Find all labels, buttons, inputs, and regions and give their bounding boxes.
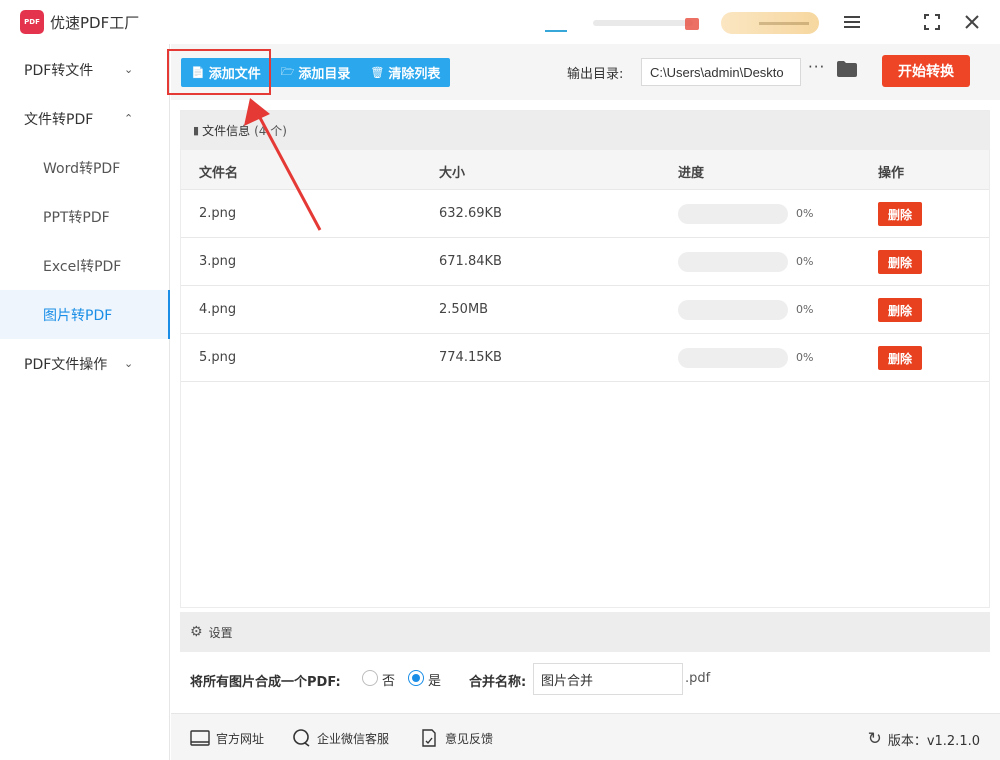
delete-button[interactable]: 删除 <box>878 298 922 322</box>
feedback-icon <box>419 729 439 747</box>
app-logo-icon: PDF <box>20 10 44 34</box>
file-name: 3.png <box>199 254 237 269</box>
folder-icon: 🗁 <box>280 65 295 78</box>
progress-percent: 0% <box>796 207 814 220</box>
sidebar: PDF转文件 ⌄ 文件转PDF ⌃ Word转PDF PPT转PDF Excel… <box>0 44 170 760</box>
sidebar-item-label: PDF转文件 <box>24 62 94 79</box>
vip-badge[interactable] <box>721 12 819 34</box>
open-folder-icon[interactable] <box>837 61 857 77</box>
column-size: 大小 <box>439 166 466 181</box>
clear-list-label: 清除列表 <box>388 67 441 82</box>
feedback-label: 意见反馈 <box>445 731 494 746</box>
pdf-suffix: .pdf <box>685 671 711 686</box>
progress-percent: 0% <box>796 303 814 316</box>
progress-bar <box>678 300 788 320</box>
footer: 官方网址 企业微信客服 意见反馈 ↻ 版本：v1.2.1.0 <box>171 713 1000 760</box>
merge-label: 将所有图片合成一个PDF: <box>190 675 341 690</box>
gear-icon: ⚙ <box>190 624 203 640</box>
app-title: 优速PDF工厂 <box>50 14 140 32</box>
sidebar-item-word-to-pdf[interactable]: Word转PDF <box>0 143 170 192</box>
refresh-icon[interactable]: ↻ <box>868 729 882 749</box>
column-filename: 文件名 <box>199 166 239 181</box>
sidebar-item-label: Excel转PDF <box>43 258 122 275</box>
sidebar-item-label: Word转PDF <box>43 160 121 177</box>
sidebar-item-file-to-pdf[interactable]: 文件转PDF ⌃ <box>0 94 170 143</box>
merge-no-radio[interactable] <box>362 670 378 686</box>
file-name: 2.png <box>199 206 237 221</box>
menu-icon[interactable] <box>840 10 864 34</box>
feedback-link[interactable]: 意见反馈 <box>419 729 493 747</box>
sidebar-item-image-to-pdf[interactable]: 图片转PDF <box>0 290 170 339</box>
sidebar-item-label: 文件转PDF <box>24 111 94 128</box>
delete-button[interactable]: 删除 <box>878 346 922 370</box>
sidebar-item-label: PDF文件操作 <box>24 356 108 373</box>
settings-body: 将所有图片合成一个PDF: 否 是 合并名称: .pdf <box>180 652 990 704</box>
settings-header: ⚙ 设置 <box>180 612 990 652</box>
output-dir-label: 输出目录: <box>567 67 624 82</box>
version-label: 版本：v1.2.1.0 <box>887 733 980 749</box>
file-size: 632.69KB <box>439 206 502 221</box>
chevron-down-icon: ⌄ <box>124 63 134 76</box>
trash-icon: 🗑 <box>370 66 385 79</box>
sidebar-item-pdf-operations[interactable]: PDF文件操作 ⌄ <box>0 339 170 388</box>
chevron-up-icon: ⌃ <box>124 112 134 125</box>
document-icon: ▮ <box>193 124 200 137</box>
progress-bar <box>678 252 788 272</box>
settings-title: 设置 <box>208 625 233 640</box>
file-size: 774.15KB <box>439 350 502 365</box>
wechat-service-label: 企业微信客服 <box>317 731 390 746</box>
add-folder-label: 添加目录 <box>298 67 351 82</box>
website-icon <box>190 729 210 747</box>
chevron-down-icon: ⌄ <box>124 357 134 370</box>
more-options-icon[interactable]: ··· <box>808 58 825 76</box>
merge-name-input[interactable] <box>533 663 683 695</box>
sidebar-item-label: 图片转PDF <box>43 307 113 324</box>
sidebar-item-ppt-to-pdf[interactable]: PPT转PDF <box>0 192 170 241</box>
clear-list-button[interactable]: 🗑 清除列表 <box>360 58 450 87</box>
progress-bar <box>678 348 788 368</box>
table-row[interactable]: 3.png 671.84KB 0% 删除 <box>181 238 989 286</box>
fullscreen-icon[interactable] <box>920 10 944 34</box>
version-info: ↻ 版本：v1.2.1.0 <box>868 729 980 749</box>
progress-percent: 0% <box>796 255 814 268</box>
column-progress: 进度 <box>678 166 705 181</box>
official-website-label: 官方网址 <box>216 731 265 746</box>
file-name: 5.png <box>199 350 237 365</box>
column-action: 操作 <box>878 166 905 181</box>
app-window: PDF 优速PDF工厂 PDF转文件 ⌄ 文件转PDF ⌃ Word转PDF P… <box>0 0 1000 760</box>
add-folder-button[interactable]: 🗁 添加目录 <box>271 58 361 87</box>
highlight-box <box>167 49 271 95</box>
promo-banner[interactable] <box>545 14 705 32</box>
progress-bar <box>678 204 788 224</box>
file-size: 2.50MB <box>439 302 489 317</box>
sidebar-item-excel-to-pdf[interactable]: Excel转PDF <box>0 241 170 290</box>
sidebar-item-label: PPT转PDF <box>43 209 110 226</box>
delete-button[interactable]: 删除 <box>878 202 922 226</box>
start-convert-button[interactable]: 开始转换 <box>882 55 970 87</box>
merge-name-label: 合并名称: <box>469 675 527 690</box>
delete-button[interactable]: 删除 <box>878 250 922 274</box>
sidebar-item-pdf-to-file[interactable]: PDF转文件 ⌄ <box>0 45 170 94</box>
official-website-link[interactable]: 官方网址 <box>190 729 264 747</box>
table-row[interactable]: 5.png 774.15KB 0% 删除 <box>181 334 989 382</box>
merge-yes-radio[interactable] <box>408 670 424 686</box>
file-size: 671.84KB <box>439 254 502 269</box>
output-dir-input[interactable] <box>641 58 801 86</box>
wechat-service-link[interactable]: 企业微信客服 <box>291 729 389 747</box>
chat-icon <box>291 729 311 747</box>
table-row[interactable]: 4.png 2.50MB 0% 删除 <box>181 286 989 334</box>
progress-percent: 0% <box>796 351 814 364</box>
close-icon[interactable] <box>960 10 984 34</box>
file-name: 4.png <box>199 302 237 317</box>
annotation-arrow-icon <box>244 98 322 231</box>
title-bar: PDF 优速PDF工厂 <box>0 0 1000 44</box>
merge-yes-label[interactable]: 是 <box>428 670 441 689</box>
merge-no-label[interactable]: 否 <box>382 670 395 689</box>
